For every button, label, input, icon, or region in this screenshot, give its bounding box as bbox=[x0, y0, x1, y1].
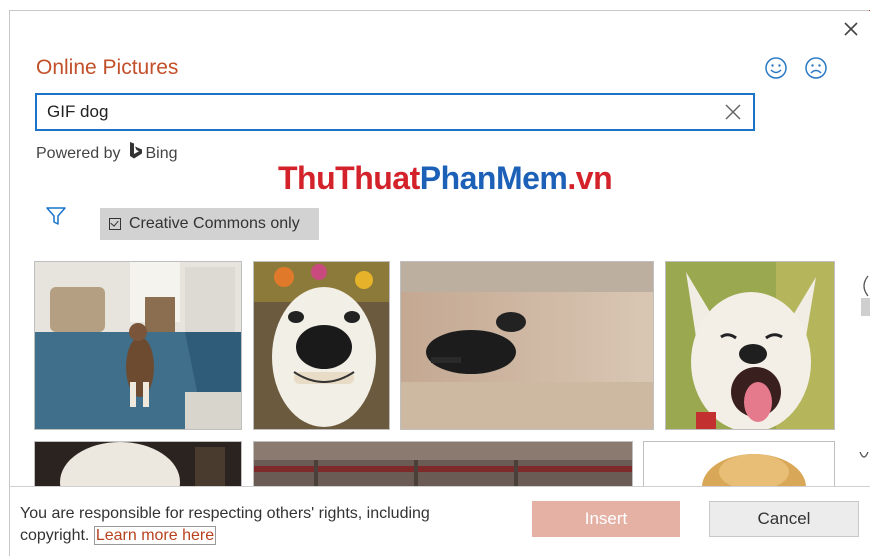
scrollbar[interactable] bbox=[858, 256, 870, 486]
cancel-button[interactable]: Cancel bbox=[709, 501, 859, 537]
footer: You are responsible for respecting other… bbox=[10, 486, 870, 558]
insert-button[interactable]: Insert bbox=[532, 501, 680, 537]
watermark-part2: PhanMem bbox=[419, 160, 568, 196]
result-image[interactable] bbox=[34, 261, 242, 430]
watermark-part1: ThuThuat bbox=[278, 160, 420, 196]
powered-by-bing: Powered by Bing bbox=[36, 142, 178, 165]
checkbox-checked-icon bbox=[109, 218, 121, 230]
learn-more-link[interactable]: Learn more here bbox=[93, 526, 217, 545]
result-image[interactable] bbox=[665, 261, 835, 430]
close-icon[interactable] bbox=[838, 16, 864, 42]
clear-icon[interactable] bbox=[721, 100, 745, 124]
filter-icon[interactable] bbox=[44, 204, 68, 228]
result-image[interactable] bbox=[643, 441, 835, 486]
search-input[interactable] bbox=[47, 99, 707, 125]
dialog-title: Online Pictures bbox=[36, 56, 179, 79]
powered-by-label: Powered by bbox=[36, 144, 121, 162]
result-image[interactable] bbox=[400, 261, 654, 430]
watermark-part3: .vn bbox=[567, 160, 613, 196]
result-image[interactable] bbox=[253, 261, 390, 430]
notice-text: You are responsible for respecting other… bbox=[20, 505, 430, 544]
copyright-notice: You are responsible for respecting other… bbox=[20, 503, 480, 547]
result-image[interactable] bbox=[34, 441, 242, 486]
creative-commons-label: Creative Commons only bbox=[129, 215, 300, 232]
bing-icon bbox=[121, 142, 146, 165]
smile-icon[interactable] bbox=[764, 56, 788, 80]
result-image[interactable] bbox=[253, 441, 633, 486]
bing-label: Bing bbox=[145, 144, 178, 162]
watermark: ThuThuatPhanMem.vn bbox=[278, 160, 613, 197]
search-box bbox=[35, 93, 755, 131]
creative-commons-checkbox[interactable]: Creative Commons only bbox=[100, 208, 319, 240]
frown-icon[interactable] bbox=[804, 56, 828, 80]
